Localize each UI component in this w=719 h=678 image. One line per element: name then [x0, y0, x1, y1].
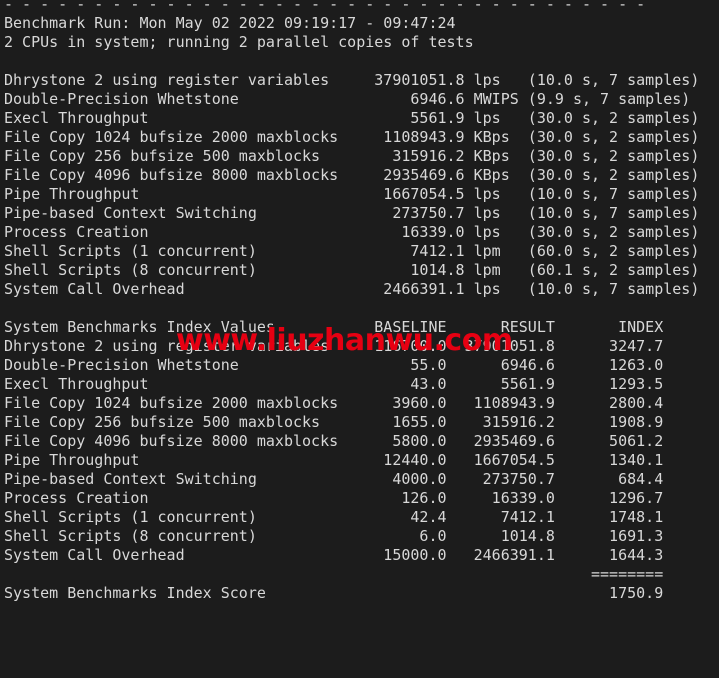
index-table-row: Pipe-based Context Switching 4000.0 2737… — [4, 470, 664, 488]
index-table-row: Shell Scripts (8 concurrent) 6.0 1014.8 … — [4, 527, 664, 545]
index-table-row: File Copy 4096 bufsize 8000 maxblocks 58… — [4, 432, 664, 450]
score-separator: ======== — [4, 565, 664, 583]
top-dashed-rule: - - - - - - - - - - - - - - - - - - - - … — [4, 0, 655, 13]
raw-result-row: Shell Scripts (1 concurrent) 7412.1 lpm … — [4, 242, 700, 260]
raw-result-row: Process Creation 16339.0 lps (30.0 s, 2 … — [4, 223, 700, 241]
raw-result-row: Shell Scripts (8 concurrent) 1014.8 lpm … — [4, 261, 700, 279]
raw-result-row: Dhrystone 2 using register variables 379… — [4, 71, 700, 89]
index-table-row: Pipe Throughput 12440.0 1667054.5 1340.1 — [4, 451, 664, 469]
terminal-window: - - - - - - - - - - - - - - - - - - - - … — [0, 0, 719, 678]
index-table-row: Shell Scripts (1 concurrent) 42.4 7412.1… — [4, 508, 664, 526]
raw-result-row: File Copy 256 bufsize 500 maxblocks 3159… — [4, 147, 700, 165]
raw-result-row: Pipe-based Context Switching 273750.7 lp… — [4, 204, 700, 222]
index-score-row: System Benchmarks Index Score 1750.9 — [4, 584, 664, 602]
index-table-row: System Call Overhead 15000.0 2466391.1 1… — [4, 546, 664, 564]
index-table-row: File Copy 1024 bufsize 2000 maxblocks 39… — [4, 394, 664, 412]
cpu-info-header: 2 CPUs in system; running 2 parallel cop… — [4, 33, 474, 51]
raw-result-row: Double-Precision Whetstone 6946.6 MWIPS … — [4, 90, 691, 108]
index-table-row: Execl Throughput 43.0 5561.9 1293.5 — [4, 375, 664, 393]
raw-result-row: System Call Overhead 2466391.1 lps (10.0… — [4, 280, 700, 298]
raw-result-row: File Copy 4096 bufsize 8000 maxblocks 29… — [4, 166, 700, 184]
raw-result-row: File Copy 1024 bufsize 2000 maxblocks 11… — [4, 128, 700, 146]
index-table-row: Dhrystone 2 using register variables 116… — [4, 337, 664, 355]
benchmark-run-header: Benchmark Run: Mon May 02 2022 09:19:17 … — [4, 14, 456, 32]
terminal-screen: - - - - - - - - - - - - - - - - - - - - … — [4, 0, 716, 678]
index-table-row: Process Creation 126.0 16339.0 1296.7 — [4, 489, 664, 507]
index-table-header: System Benchmarks Index Values BASELINE … — [4, 318, 664, 336]
index-table-row: File Copy 256 bufsize 500 maxblocks 1655… — [4, 413, 664, 431]
index-table-row: Double-Precision Whetstone 55.0 6946.6 1… — [4, 356, 664, 374]
raw-result-row: Execl Throughput 5561.9 lps (30.0 s, 2 s… — [4, 109, 700, 127]
raw-result-row: Pipe Throughput 1667054.5 lps (10.0 s, 7… — [4, 185, 700, 203]
